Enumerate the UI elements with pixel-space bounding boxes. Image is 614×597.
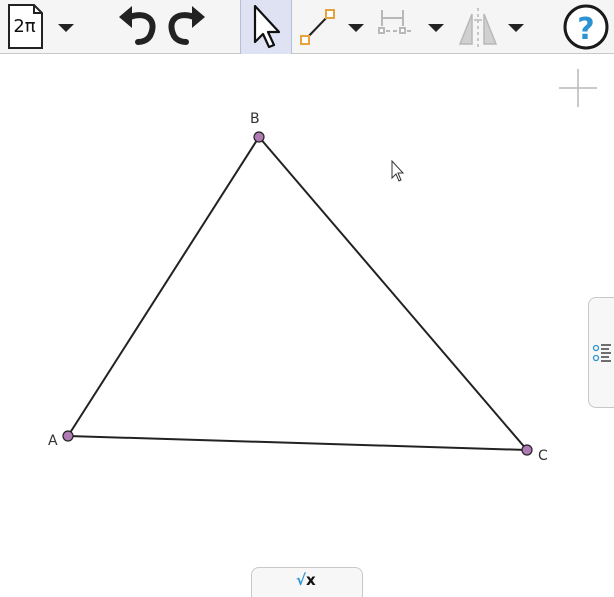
arrow-cursor-icon	[253, 4, 281, 49]
crosshair-icon[interactable]	[559, 69, 597, 107]
svg-text:?: ?	[577, 12, 594, 47]
document-label: 2π	[13, 16, 36, 37]
segment-ab[interactable]	[67, 136, 260, 437]
help-button[interactable]: ?	[562, 0, 612, 54]
new-document-button[interactable]: 2π	[4, 0, 44, 54]
chevron-down-icon	[58, 24, 74, 32]
segment-ca[interactable]	[67, 435, 528, 451]
measure-icon	[378, 10, 412, 34]
chevron-down-icon	[428, 24, 444, 32]
segment-tool-dropdown[interactable]	[344, 0, 368, 54]
select-tool-button[interactable]	[240, 0, 292, 54]
document-menu-dropdown[interactable]	[54, 0, 78, 54]
drawing-svg	[62, 69, 597, 456]
formula-keyboard-tab[interactable]: √x	[251, 567, 363, 597]
reflect-tool-button[interactable]	[454, 0, 502, 54]
toolbar: 2π ?	[0, 0, 614, 54]
list-icon	[592, 344, 611, 362]
reflect-tool-dropdown[interactable]	[504, 0, 528, 54]
measure-tool-button[interactable]	[376, 0, 416, 54]
geometry-canvas[interactable]: A B C	[0, 55, 614, 592]
reflect-icon	[458, 8, 498, 48]
chevron-down-icon	[508, 24, 524, 32]
measure-tool-dropdown[interactable]	[424, 0, 448, 54]
help-icon: ?	[563, 4, 609, 50]
undo-button[interactable]	[114, 0, 160, 54]
point-a[interactable]	[62, 430, 74, 442]
redo-button[interactable]	[164, 0, 210, 54]
undo-icon	[119, 6, 156, 45]
segment-tool-button[interactable]	[298, 0, 340, 54]
point-c[interactable]	[521, 444, 533, 456]
segment-bc[interactable]	[258, 136, 528, 451]
mouse-pointer-icon	[391, 159, 405, 182]
point-label-a: A	[48, 433, 58, 449]
segment-icon	[300, 9, 335, 45]
point-label-b: B	[250, 111, 260, 127]
point-b[interactable]	[253, 131, 265, 143]
point-label-c: C	[538, 448, 548, 464]
square-root-icon: √x	[296, 571, 316, 589]
redo-icon	[168, 6, 205, 45]
algebra-panel-tab[interactable]	[588, 297, 614, 408]
chevron-down-icon	[348, 24, 364, 32]
